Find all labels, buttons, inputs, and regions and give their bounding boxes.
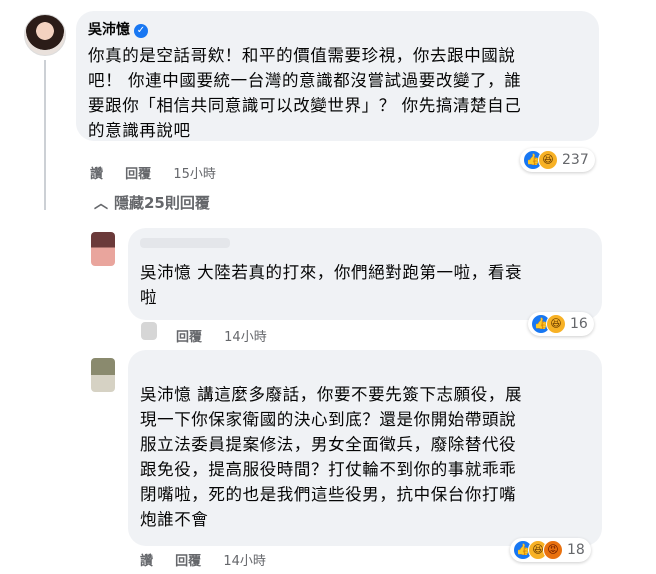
reaction-count: 16 xyxy=(570,316,588,332)
reply-author-name[interactable] xyxy=(140,238,230,248)
hide-replies-button[interactable]: ︿ 隱藏25則回覆 xyxy=(94,192,210,213)
author-name[interactable]: 吳沛憶 xyxy=(88,22,130,38)
timestamp[interactable]: 14小時 xyxy=(224,330,267,345)
comment-line: 吧！ 你連中國要統一台灣的意識都沒嘗試過要改變了，誰 xyxy=(88,71,522,90)
reply-bubble: 吳沛憶 講這麼多廢話，你要不要先簽下志願役，展 現一下你保家衛國的決心到底？還是… xyxy=(128,350,602,546)
reply-bubble: 吳沛憶 大陸若真的打來，你們絕對跑第一啦，看衰 啦 xyxy=(128,228,602,320)
reply-button[interactable]: 回覆 xyxy=(125,167,151,182)
comment-actions: 回覆 14小時 xyxy=(176,326,285,345)
comment-header: 吳沛憶 ✓ xyxy=(88,19,148,39)
comment-line: 閉嘴啦，死的也是我們這些役男，抗中保台你打嘴 xyxy=(140,485,517,504)
reaction-summary[interactable]: 👍 😆 16 xyxy=(528,312,594,336)
timestamp[interactable]: 14小時 xyxy=(223,554,266,569)
reaction-summary[interactable]: 👍 😆 😡 18 xyxy=(510,538,591,562)
angry-icon: 😡 xyxy=(543,540,563,560)
like-button[interactable]: 讚 xyxy=(90,167,103,182)
reaction-summary[interactable]: 👍 😆 237 xyxy=(520,148,595,172)
comment-line: 炮誰不會 xyxy=(140,510,209,529)
verified-badge-icon: ✓ xyxy=(134,24,148,38)
like-button[interactable]: 讚 xyxy=(140,554,153,569)
reply-button[interactable]: 回覆 xyxy=(175,554,201,569)
comment-line: 現一下你保家衛國的決心到底？還是你開始帶頭說 xyxy=(140,410,517,429)
comment-line: 的意識再說吧 xyxy=(88,121,191,140)
reply-avatar[interactable] xyxy=(91,358,115,392)
thread-connector xyxy=(44,60,46,210)
comment-actions: 讚 回覆 14小時 xyxy=(140,550,284,569)
comment-line: 要跟你「相信共同意識可以改變世界」？ 你先搞清楚自己 xyxy=(88,96,522,115)
comment-line: 你真的是空話哥欸！和平的價值需要珍視，你去跟中國說 xyxy=(88,46,516,65)
hide-replies-label: 隱藏25則回覆 xyxy=(114,194,210,212)
comment-line: 服立法委員提案修法，男女全面徵兵，廢除替代役 xyxy=(140,435,517,454)
reply-text: 吳沛憶 講這麼多廢話，你要不要先簽下志願役，展 現一下你保家衛國的決心到底？還是… xyxy=(140,382,595,532)
reply-button[interactable]: 回覆 xyxy=(176,330,202,345)
haha-icon: 😆 xyxy=(546,314,566,334)
comment-line: 跟免役，提高服役時間？打仗輪不到你的事就乖乖 xyxy=(140,460,517,479)
author-avatar[interactable] xyxy=(24,14,66,56)
comment-line: 吳沛憶 大陸若真的打來，你們絕對跑第一啦，看衰 xyxy=(140,263,523,282)
haha-icon: 😆 xyxy=(538,150,558,170)
comment-line: 吳沛憶 講這麼多廢話，你要不要先簽下志願役，展 xyxy=(140,385,523,404)
chevron-up-icon: ︿ xyxy=(94,196,108,212)
reply-text: 吳沛憶 大陸若真的打來，你們絕對跑第一啦，看衰 啦 xyxy=(140,260,595,310)
comment-actions: 讚 回覆 15小時 xyxy=(90,163,234,182)
timestamp[interactable]: 15小時 xyxy=(173,167,216,182)
reaction-count: 237 xyxy=(562,152,589,168)
comment-line: 啦 xyxy=(140,288,158,307)
reply-blurred-icon xyxy=(141,322,157,340)
reaction-count: 18 xyxy=(567,542,585,558)
comment-text: 你真的是空話哥欸！和平的價值需要珍視，你去跟中國說 吧！ 你連中國要統一台灣的意… xyxy=(88,43,598,143)
reply-avatar[interactable] xyxy=(91,232,115,266)
comment-bubble-main: 吳沛憶 ✓ 你真的是空話哥欸！和平的價值需要珍視，你去跟中國說 吧！ 你連中國要統… xyxy=(76,11,599,141)
